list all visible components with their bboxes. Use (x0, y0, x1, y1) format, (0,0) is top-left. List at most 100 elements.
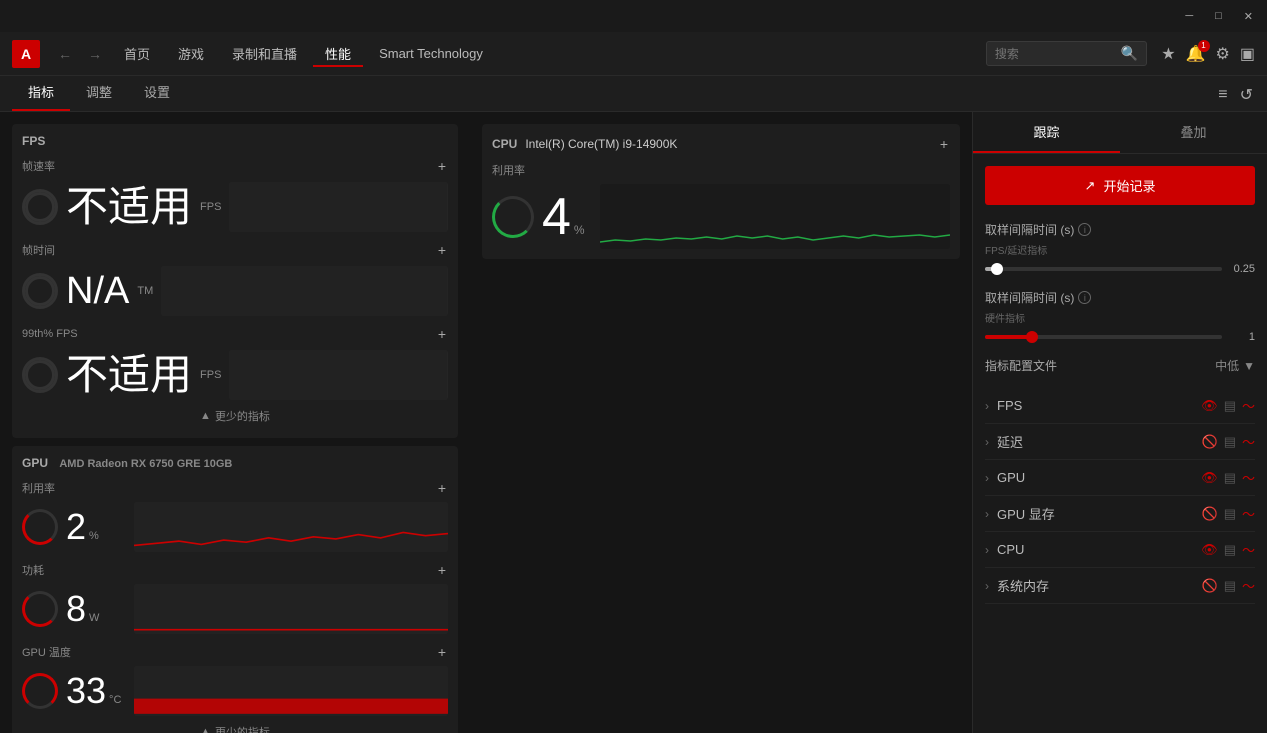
gpu-bar-icon[interactable]: ▤ (1224, 470, 1236, 486)
latency-wave-icon[interactable]: 〜 (1242, 432, 1255, 451)
gpu-util-row: 2 % (22, 502, 448, 552)
fps-more-btn[interactable]: ▲ 更少的指标 (22, 404, 448, 428)
right-content: ↗ 开始记录 取样间隔时间 (s) i FPS/延迟指标 0.25 (973, 154, 1267, 733)
refresh-icon[interactable]: ↺ (1238, 83, 1255, 107)
slider-thumb-2[interactable] (1026, 331, 1038, 343)
cpu-bar-icon[interactable]: ▤ (1224, 542, 1236, 558)
fps99-gauge (22, 357, 58, 393)
forward-button[interactable]: → (82, 42, 108, 66)
framerate-unit: FPS (200, 201, 221, 213)
gpu-temp-unit: °C (109, 694, 121, 706)
close-button[interactable]: ✕ (1238, 8, 1259, 25)
fps-wave-icon[interactable]: 〜 (1242, 396, 1255, 415)
info-icon-2[interactable]: i (1078, 291, 1091, 304)
fps99-label: 99th% FPS (22, 328, 78, 340)
gpumem-bar-icon[interactable]: ▤ (1224, 506, 1236, 522)
cpu-gauge (492, 196, 534, 238)
cpu-device-name: Intel(R) Core(TM) i9-14900K (525, 137, 677, 151)
gpu-device-name: AMD Radeon RX 6750 GRE 10GB (59, 458, 232, 470)
cpu-title: CPU (492, 137, 517, 151)
nav-item-record[interactable]: 录制和直播 (220, 40, 309, 67)
sysmem-metric-name: 系统内存 (997, 576, 1202, 595)
sample-sub-1: FPS/延迟指标 (985, 242, 1255, 257)
gpu-power-add-btn[interactable]: + (436, 560, 448, 580)
metric-item-cpu[interactable]: › CPU 👁 ▤ 〜 (985, 532, 1255, 568)
nav-item-performance[interactable]: 性能 (313, 40, 363, 67)
fps-eye-icon[interactable]: 👁 (1201, 398, 1218, 414)
amd-logo: A (12, 40, 40, 68)
sysmem-wave-icon[interactable]: 〜 (1242, 576, 1255, 595)
sysmem-eye-icon[interactable]: 🚫 (1202, 578, 1218, 594)
minimize-button[interactable]: ─ (1179, 8, 1199, 24)
framerate-row: 不适用 FPS (22, 182, 448, 232)
frametime-add-btn[interactable]: + (436, 240, 448, 260)
nav-item-home[interactable]: 首页 (112, 40, 162, 67)
gpumem-eye-icon[interactable]: 🚫 (1202, 506, 1218, 522)
list-view-icon[interactable]: ≡ (1216, 84, 1229, 106)
nav-item-smart[interactable]: Smart Technology (367, 42, 495, 65)
tab-adjust[interactable]: 调整 (70, 74, 128, 111)
latency-bar-icon[interactable]: ▤ (1224, 434, 1236, 450)
slider-track-2[interactable] (985, 335, 1222, 339)
right-panel: 跟踪 叠加 ↗ 开始记录 取样间隔时间 (s) i FPS/延迟指标 (972, 112, 1267, 733)
gpu-wave-icon[interactable]: 〜 (1242, 468, 1255, 487)
nav-item-games[interactable]: 游戏 (166, 40, 216, 67)
metric-item-gpu[interactable]: › GPU 👁 ▤ 〜 (985, 460, 1255, 496)
gpu-util-value: 2 (66, 509, 86, 545)
latency-metric-icons: 🚫 ▤ 〜 (1202, 432, 1256, 451)
tabbar: 指标 调整 设置 ≡ ↺ (0, 76, 1267, 112)
metric-item-fps[interactable]: › FPS 👁 ▤ 〜 (985, 388, 1255, 424)
config-value: 中低 (1215, 357, 1239, 374)
mid-panel: CPU Intel(R) Core(TM) i9-14900K + 利用率 4 … (470, 112, 972, 733)
display-icon[interactable]: ▣ (1240, 44, 1255, 64)
cpu-eye-icon[interactable]: 👁 (1201, 542, 1218, 558)
cpu-metric-name: CPU (997, 542, 1201, 557)
gpu-metric-icons: 👁 ▤ 〜 (1201, 468, 1255, 487)
slider-track-1[interactable] (985, 267, 1222, 271)
metric-item-latency[interactable]: › 延迟 🚫 ▤ 〜 (985, 424, 1255, 460)
slider-thumb-1[interactable] (991, 263, 1003, 275)
gpumem-wave-icon[interactable]: 〜 (1242, 504, 1255, 523)
favorites-icon[interactable]: ★ (1161, 44, 1175, 64)
metric-item-gpumem[interactable]: › GPU 显存 🚫 ▤ 〜 (985, 496, 1255, 532)
nav-actions: ★ 🔔 1 ⚙ ▣ (1161, 44, 1255, 64)
cpu-wave-icon[interactable]: 〜 (1242, 540, 1255, 559)
tab-overlay[interactable]: 叠加 (1120, 112, 1267, 153)
tab-metrics[interactable]: 指标 (12, 74, 70, 111)
frametime-unit: TM (137, 285, 153, 297)
config-label: 指标配置文件 (985, 357, 1057, 374)
settings-icon[interactable]: ⚙ (1216, 44, 1230, 64)
maximize-button[interactable]: □ (1209, 8, 1228, 24)
search-box[interactable]: 🔍 (986, 41, 1147, 66)
frametime-row: N/A TM (22, 266, 448, 316)
config-row[interactable]: 指标配置文件 中低 ▼ (985, 357, 1255, 374)
cpu-chart (600, 184, 950, 249)
sysmem-bar-icon[interactable]: ▤ (1224, 578, 1236, 594)
gpu-eye-icon[interactable]: 👁 (1201, 470, 1218, 486)
gpu-more-btn[interactable]: ▲ 更少的指标 (22, 720, 448, 733)
notifications-icon[interactable]: 🔔 1 (1186, 44, 1206, 64)
record-icon: ↗ (1085, 178, 1096, 194)
gpu-temp-gauge (22, 673, 58, 709)
start-record-button[interactable]: ↗ 开始记录 (985, 166, 1255, 205)
gpu-temp-add-btn[interactable]: + (436, 642, 448, 662)
framerate-add-btn[interactable]: + (436, 156, 448, 176)
search-input[interactable] (995, 47, 1115, 61)
latency-metric-name: 延迟 (997, 432, 1202, 451)
fps-metric-name: FPS (997, 398, 1201, 413)
fps-title: FPS (22, 134, 45, 148)
cpu-util-add-btn[interactable]: + (938, 134, 950, 154)
slider-fill-2 (985, 335, 1032, 339)
tab-tracking[interactable]: 跟踪 (973, 112, 1120, 153)
tab-settings[interactable]: 设置 (128, 74, 186, 111)
back-button[interactable]: ← (52, 42, 78, 66)
metric-item-sysmem[interactable]: › 系统内存 🚫 ▤ 〜 (985, 568, 1255, 604)
fps-bar-icon[interactable]: ▤ (1224, 398, 1236, 414)
fps99-add-btn[interactable]: + (436, 324, 448, 344)
info-icon-1[interactable]: i (1078, 223, 1091, 236)
gpu-util-gauge (22, 509, 58, 545)
latency-eye-icon[interactable]: 🚫 (1202, 434, 1218, 450)
gpu-util-add-btn[interactable]: + (436, 478, 448, 498)
frametime-value: N/A (66, 272, 129, 310)
gpu-chevron-icon: › (985, 471, 989, 485)
